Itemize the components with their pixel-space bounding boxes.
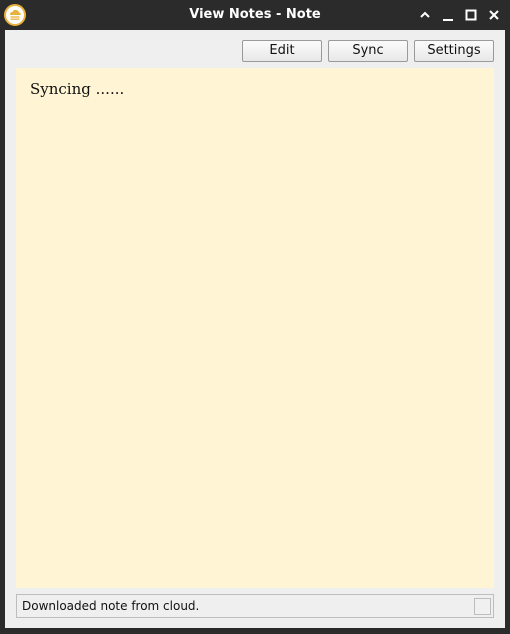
status-message: Downloaded note from cloud. <box>22 599 200 613</box>
status-bar: Downloaded note from cloud. <box>16 594 494 618</box>
maximize-icon <box>465 9 477 21</box>
app-window: View Notes - Note Edit Sync Settings Syn… <box>0 0 510 634</box>
sync-button[interactable]: Sync <box>328 40 408 62</box>
close-button[interactable] <box>486 7 502 23</box>
window-content: Edit Sync Settings Syncing ...... Downlo… <box>5 30 505 628</box>
shade-button[interactable] <box>417 7 433 23</box>
chevron-up-icon <box>420 11 430 18</box>
title-bar[interactable]: View Notes - Note <box>0 0 510 30</box>
minimize-button[interactable] <box>440 7 456 23</box>
close-icon <box>489 10 499 20</box>
note-view[interactable]: Syncing ...... <box>16 68 494 588</box>
window-title: View Notes - Note <box>189 7 321 22</box>
minimize-icon <box>443 19 453 21</box>
size-grip[interactable] <box>474 598 491 615</box>
edit-button[interactable]: Edit <box>242 40 322 62</box>
settings-button[interactable]: Settings <box>414 40 494 62</box>
maximize-button[interactable] <box>463 7 479 23</box>
note-content: Syncing ...... <box>30 80 125 98</box>
